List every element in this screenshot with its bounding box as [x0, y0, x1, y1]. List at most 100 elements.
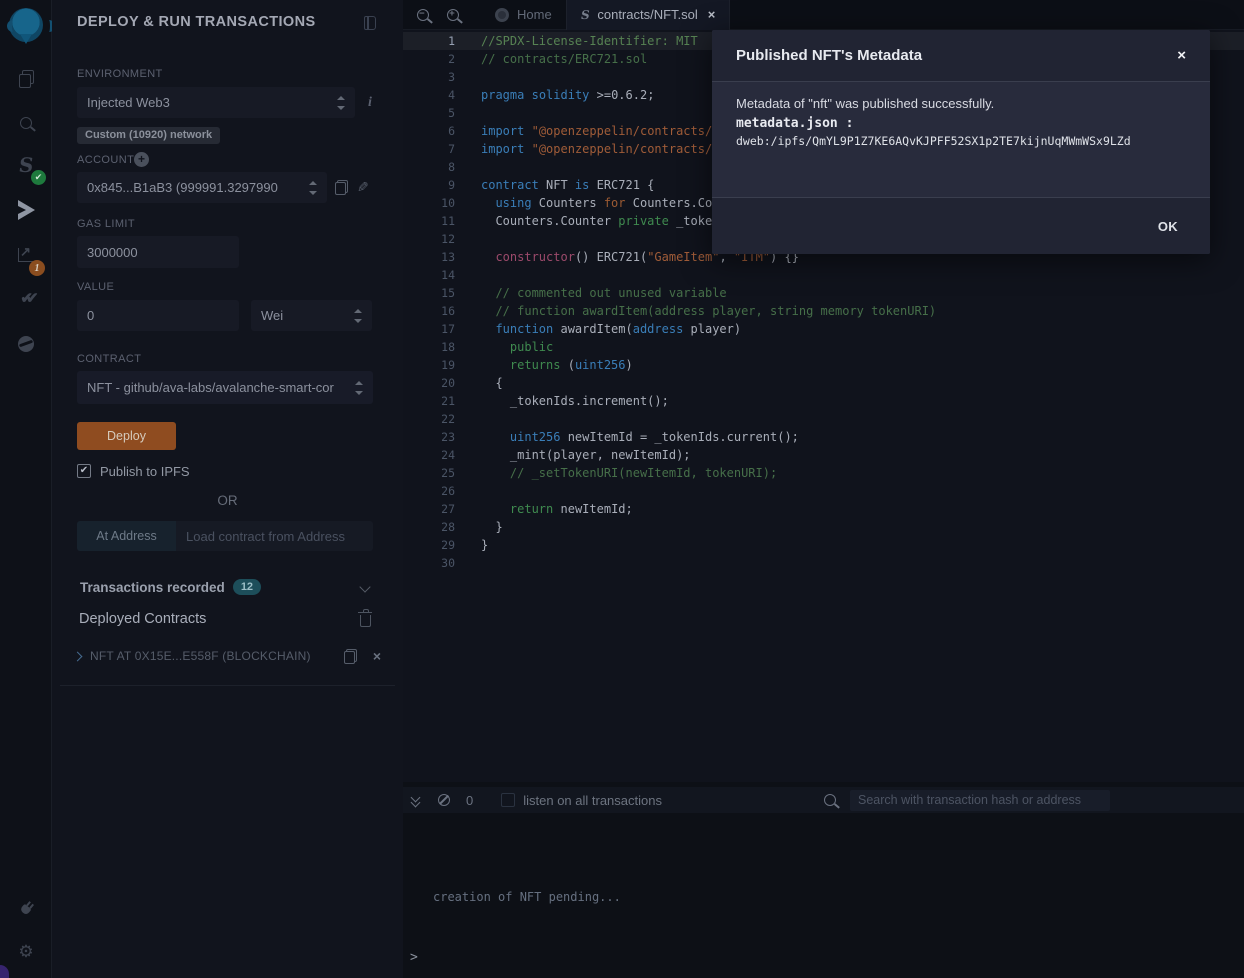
line-number: 20 [403, 374, 455, 392]
code-text [455, 232, 481, 246]
deployed-contracts-label: Deployed Contracts [79, 611, 206, 627]
code-line[interactable]: 23 uint256 newItemId = _tokenIds.current… [403, 428, 1244, 446]
code-line[interactable]: 22 [403, 410, 1244, 428]
deploy-run-panel: DEPLOY & RUN TRANSACTIONS ENVIRONMENT In… [52, 0, 403, 978]
published-metadata-modal: Published NFT's Metadata × Metadata of "… [712, 30, 1210, 254]
code-line[interactable]: 26 [403, 482, 1244, 500]
at-address-input[interactable] [186, 529, 363, 544]
line-number: 29 [403, 536, 455, 554]
code-line[interactable]: 21 _tokenIds.increment(); [403, 392, 1244, 410]
code-line[interactable]: 25 // _setTokenURI(newItemId, tokenURI); [403, 464, 1244, 482]
remove-contract-icon[interactable]: × [373, 648, 381, 664]
plugin-manager-icon[interactable] [0, 891, 52, 925]
clear-terminal-icon[interactable] [438, 794, 450, 806]
remix-logo-icon[interactable] [9, 8, 43, 42]
value-field [77, 300, 239, 331]
environment-select[interactable]: Injected Web3 [77, 87, 355, 118]
deploy-button[interactable]: Deploy [77, 422, 176, 450]
debugger-icon[interactable] [0, 327, 52, 361]
code-line[interactable]: 28 } [403, 518, 1244, 536]
trash-icon[interactable] [360, 615, 371, 627]
gas-limit-input[interactable] [87, 245, 229, 260]
modal-title: Published NFT's Metadata [736, 47, 1177, 64]
code-text: return newItemId; [455, 502, 633, 516]
account-select[interactable]: 0x845...B1aB3 (999991.3297990 [77, 172, 327, 203]
code-line[interactable]: 18 public [403, 338, 1244, 356]
line-number: 17 [403, 320, 455, 338]
home-icon [495, 8, 509, 22]
code-text: using Counters for Counters.Counter; [455, 196, 756, 210]
copy-contract-icon[interactable] [344, 649, 357, 664]
chevron-down-icon[interactable] [359, 581, 370, 592]
file-explorer-icon[interactable] [0, 61, 52, 95]
terminal-search-icon [824, 794, 836, 806]
copy-account-icon[interactable] [335, 180, 348, 195]
select-arrows-icon [353, 309, 362, 323]
contract-label: CONTRACT [77, 353, 141, 365]
zoom-in-icon[interactable]: + [447, 9, 459, 21]
transactions-recorded-label: Transactions recorded [80, 580, 225, 595]
terminal-expand-icon[interactable] [411, 794, 421, 806]
modal-ok-button[interactable]: OK [1158, 219, 1178, 234]
line-number: 2 [403, 50, 455, 68]
line-number: 10 [403, 194, 455, 212]
code-line[interactable]: 16 // function awardItem(address player,… [403, 302, 1244, 320]
caret-right-icon[interactable] [73, 651, 83, 661]
settings-icon[interactable]: ⚙ [0, 935, 52, 969]
line-number: 12 [403, 230, 455, 248]
documentation-icon[interactable] [364, 16, 376, 30]
code-line[interactable]: 27 return newItemId; [403, 500, 1244, 518]
publish-ipfs-checkbox[interactable]: ✔ [77, 464, 91, 478]
modal-footer: OK [712, 197, 1210, 254]
modal-close-icon[interactable]: × [1177, 47, 1186, 64]
solidity-compiler-icon[interactable]: S ✔ [0, 148, 52, 182]
deployed-contract-row[interactable]: NFT AT 0X15E...E558F (BLOCKCHAIN) × [74, 648, 381, 664]
panel-title: DEPLOY & RUN TRANSACTIONS [77, 14, 316, 30]
line-number: 15 [403, 284, 455, 302]
tab-nft-sol[interactable]: S contracts/NFT.sol × [566, 0, 731, 30]
code-line[interactable]: 29} [403, 536, 1244, 554]
value-unit-select[interactable]: Wei [251, 300, 372, 331]
code-line[interactable]: 20 { [403, 374, 1244, 392]
gas-limit-label: GAS LIMIT [77, 218, 135, 230]
modal-body: Metadata of "nft" was published successf… [712, 82, 1210, 197]
code-line[interactable]: 17 function awardItem(address player) [403, 320, 1244, 338]
deploy-run-icon[interactable] [0, 193, 52, 227]
value-input[interactable] [87, 308, 229, 323]
zoom-out-icon[interactable]: − [417, 9, 429, 21]
gas-limit-field [77, 236, 239, 268]
code-text: } [455, 538, 488, 552]
listen-all-checkbox[interactable] [501, 793, 515, 807]
unit-testing-icon[interactable]: ✔✔ [0, 281, 52, 315]
terminal-output[interactable]: creation of NFT pending... > [403, 813, 1244, 978]
analytics-icon[interactable]: 1 [0, 238, 52, 272]
info-icon[interactable]: i [368, 95, 372, 111]
contract-select[interactable]: NFT - github/ava-labs/avalanche-smart-co… [77, 371, 373, 404]
transactions-recorded-row[interactable]: Transactions recorded 12 [80, 579, 261, 595]
code-text: uint256 newItemId = _tokenIds.current(); [455, 430, 799, 444]
edit-account-icon[interactable]: ✎ [357, 179, 369, 196]
line-number: 13 [403, 248, 455, 266]
account-label: ACCOUNT [77, 154, 134, 166]
line-number: 11 [403, 212, 455, 230]
solidity-file-icon: S [579, 8, 590, 22]
at-address-button[interactable]: At Address [77, 521, 176, 551]
add-account-icon[interactable]: + [134, 152, 149, 167]
code-line[interactable]: 19 returns (uint256) [403, 356, 1244, 374]
terminal-search-input[interactable] [858, 793, 1102, 807]
line-number: 23 [403, 428, 455, 446]
close-tab-icon[interactable]: × [708, 7, 716, 22]
search-icon[interactable] [0, 106, 52, 140]
line-number: 25 [403, 464, 455, 482]
value-label: VALUE [77, 281, 114, 293]
tab-home[interactable]: Home [481, 0, 566, 30]
code-line[interactable]: 14 [403, 266, 1244, 284]
line-number: 6 [403, 122, 455, 140]
code-line[interactable]: 24 _mint(player, newItemId); [403, 446, 1244, 464]
code-line[interactable]: 15 // commented out unused variable [403, 284, 1244, 302]
code-text: returns (uint256) [455, 358, 633, 372]
line-number: 26 [403, 482, 455, 500]
compiler-success-badge: ✔ [31, 170, 46, 185]
code-text [455, 484, 481, 498]
code-line[interactable]: 30 [403, 554, 1244, 572]
